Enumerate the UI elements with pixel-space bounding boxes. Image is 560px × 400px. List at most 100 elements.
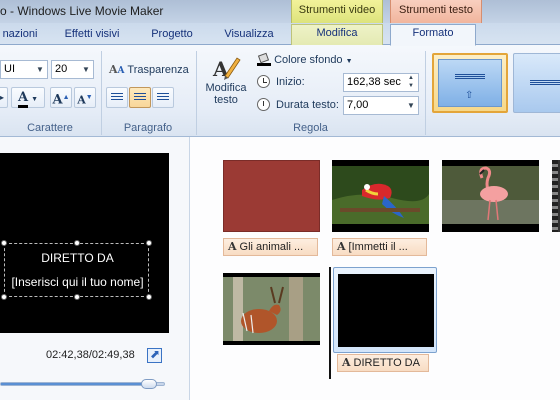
tab-visualizza[interactable]: Visualizza xyxy=(212,26,286,45)
video-preview[interactable]: DIRETTO DA [Inserisci qui il tuo nome] xyxy=(0,153,169,333)
grow-font-button[interactable]: A▲ xyxy=(50,87,72,108)
start-label: Inizio: xyxy=(276,76,305,88)
clock-icon xyxy=(257,75,270,88)
font-family-value: UI xyxy=(4,63,15,75)
storyboard: A Gli animali ... A [Immetti il ... A DI… xyxy=(200,137,560,400)
edit-text-icon: A xyxy=(212,57,241,81)
flamingo-thumbnail xyxy=(442,160,539,232)
tab-progetto[interactable]: Progetto xyxy=(140,26,204,45)
resize-handle[interactable] xyxy=(146,240,152,246)
storyboard-clip-credits-selected[interactable] xyxy=(333,267,437,353)
title-bar: o - Windows Live Movie Maker Strumenti v… xyxy=(0,0,560,23)
effect-style-selected[interactable]: ⇧ xyxy=(432,53,508,113)
caption-textbox[interactable]: DIRETTO DA [Inserisci qui il tuo nome] xyxy=(1,240,152,300)
storyboard-clip-parrot[interactable] xyxy=(332,160,430,232)
resize-handle[interactable] xyxy=(74,240,80,246)
expand-arrow-icon: ⬈ xyxy=(150,347,161,361)
chevron-down-icon: ▼ xyxy=(345,58,353,65)
text-caption-icon: A xyxy=(337,240,346,253)
caption-line-2: [Inserisci qui il tuo nome] xyxy=(11,275,144,289)
effect-style-option[interactable] xyxy=(513,53,560,113)
resize-handle[interactable] xyxy=(1,240,7,246)
resize-handle[interactable] xyxy=(1,294,7,300)
effect-thumbnail: ⇧ xyxy=(438,59,502,107)
stopwatch-icon xyxy=(257,98,270,111)
time-display: 02:42,38/02:49,38 xyxy=(46,349,135,361)
transparency-button[interactable]: AA Trasparenza xyxy=(106,59,192,80)
tab-effetti-visivi[interactable]: Effetti visivi xyxy=(50,26,134,45)
font-family-combo[interactable]: UI ▼ xyxy=(0,60,48,79)
group-separator xyxy=(425,51,426,135)
align-center-icon xyxy=(134,93,146,102)
group-label-carattere: Carattere xyxy=(27,122,73,134)
clip-thumbnail xyxy=(338,274,434,347)
seek-progress xyxy=(1,383,156,385)
arrow-up-icon: ⇧ xyxy=(465,90,474,101)
chevron-down-icon[interactable]: ▼ xyxy=(33,61,47,78)
window-title: o - Windows Live Movie Maker xyxy=(0,4,164,18)
align-right-icon xyxy=(157,93,169,102)
paint-bucket-icon xyxy=(257,52,271,67)
edit-text-label-2: testo xyxy=(214,94,238,106)
shrink-font-icon: A xyxy=(77,93,86,107)
group-label-paragrafo: Paragrafo xyxy=(123,122,173,134)
resize-handle[interactable] xyxy=(146,294,152,300)
context-video-tools-header: Strumenti video xyxy=(291,0,383,23)
context-text-tools-header: Strumenti testo xyxy=(390,0,482,23)
group-label-regola: Regola xyxy=(293,122,328,134)
group-separator xyxy=(196,51,197,135)
film-strip-icon xyxy=(552,160,560,232)
start-time-spinner[interactable]: 162,38 sec ▲ ▼ xyxy=(343,73,419,92)
tab-formato[interactable]: Formato xyxy=(390,24,476,46)
text-caption-icon: A xyxy=(228,240,237,253)
caption-chip-label: [Immetti il ... xyxy=(348,241,408,253)
seek-thumb[interactable] xyxy=(141,379,157,389)
chevron-down-icon[interactable]: ▼ xyxy=(404,97,418,114)
storyboard-clip-partial[interactable] xyxy=(552,160,560,232)
preview-pane: DIRETTO DA [Inserisci qui il tuo nome] 0… xyxy=(0,137,190,400)
font-color-button[interactable]: A ▼ xyxy=(11,87,45,108)
text-caption-icon: A xyxy=(342,356,351,369)
insertion-cursor xyxy=(329,267,331,379)
storyboard-clip-antelope[interactable] xyxy=(223,273,321,345)
clip-thumbnail xyxy=(223,160,320,232)
align-center-button[interactable] xyxy=(129,87,151,108)
storyboard-clip-title[interactable] xyxy=(223,160,321,232)
main-area: DIRETTO DA [Inserisci qui il tuo nome] 0… xyxy=(0,137,560,400)
caption-chip[interactable]: A [Immetti il ... xyxy=(332,238,427,256)
align-left-button[interactable] xyxy=(106,87,128,108)
background-color-label: Colore sfondo xyxy=(274,54,343,66)
caption-line-1: DIRETTO DA xyxy=(41,251,114,265)
parrot-thumbnail xyxy=(332,160,429,232)
font-size-combo[interactable]: 20 ▼ xyxy=(51,60,94,79)
chevron-down-icon[interactable]: ▼ xyxy=(79,61,93,78)
ribbon: UI ▼ 20 ▼ ▸ A ▼ A▲ A▼ Carattere AA Trasp… xyxy=(0,45,560,137)
transparency-label: Trasparenza xyxy=(127,64,189,76)
edit-text-button[interactable]: A Modifica testo xyxy=(201,51,251,117)
tab-modifica[interactable]: Modifica xyxy=(291,24,383,45)
transparency-icon: AA xyxy=(109,63,125,76)
storyboard-clip-flamingo[interactable] xyxy=(442,160,540,232)
shrink-font-button[interactable]: A▼ xyxy=(74,87,96,108)
align-right-button[interactable] xyxy=(152,87,174,108)
antelope-thumbnail xyxy=(223,273,320,345)
fullscreen-button[interactable]: ⬈ xyxy=(147,347,162,363)
chevron-down-icon: ▼ xyxy=(31,96,39,103)
font-option-button[interactable]: ▸ xyxy=(0,87,8,108)
effect-lines-icon xyxy=(530,80,560,86)
font-color-icon: A xyxy=(17,90,29,108)
resize-handle[interactable] xyxy=(74,294,80,300)
spinner-arrows-icon[interactable]: ▲ ▼ xyxy=(404,74,418,91)
caption-chip[interactable]: A DIRETTO DA xyxy=(337,354,429,372)
grow-font-icon: A xyxy=(52,92,63,108)
align-left-icon xyxy=(111,93,123,102)
ribbon-tabs: nazioni Effetti visivi Progetto Visualiz… xyxy=(0,23,560,46)
duration-label: Durata testo: xyxy=(276,99,339,111)
tab-animazioni[interactable]: nazioni xyxy=(0,26,40,45)
caption-chip-label: Gli animali ... xyxy=(239,241,304,253)
duration-combo[interactable]: 7,00 ▼ xyxy=(343,96,419,115)
font-size-value: 20 xyxy=(55,63,68,75)
background-color-button[interactable]: Colore sfondo ▼ xyxy=(256,50,366,71)
caret-icon: ▸ xyxy=(0,93,4,102)
caption-chip[interactable]: A Gli animali ... xyxy=(223,238,318,256)
